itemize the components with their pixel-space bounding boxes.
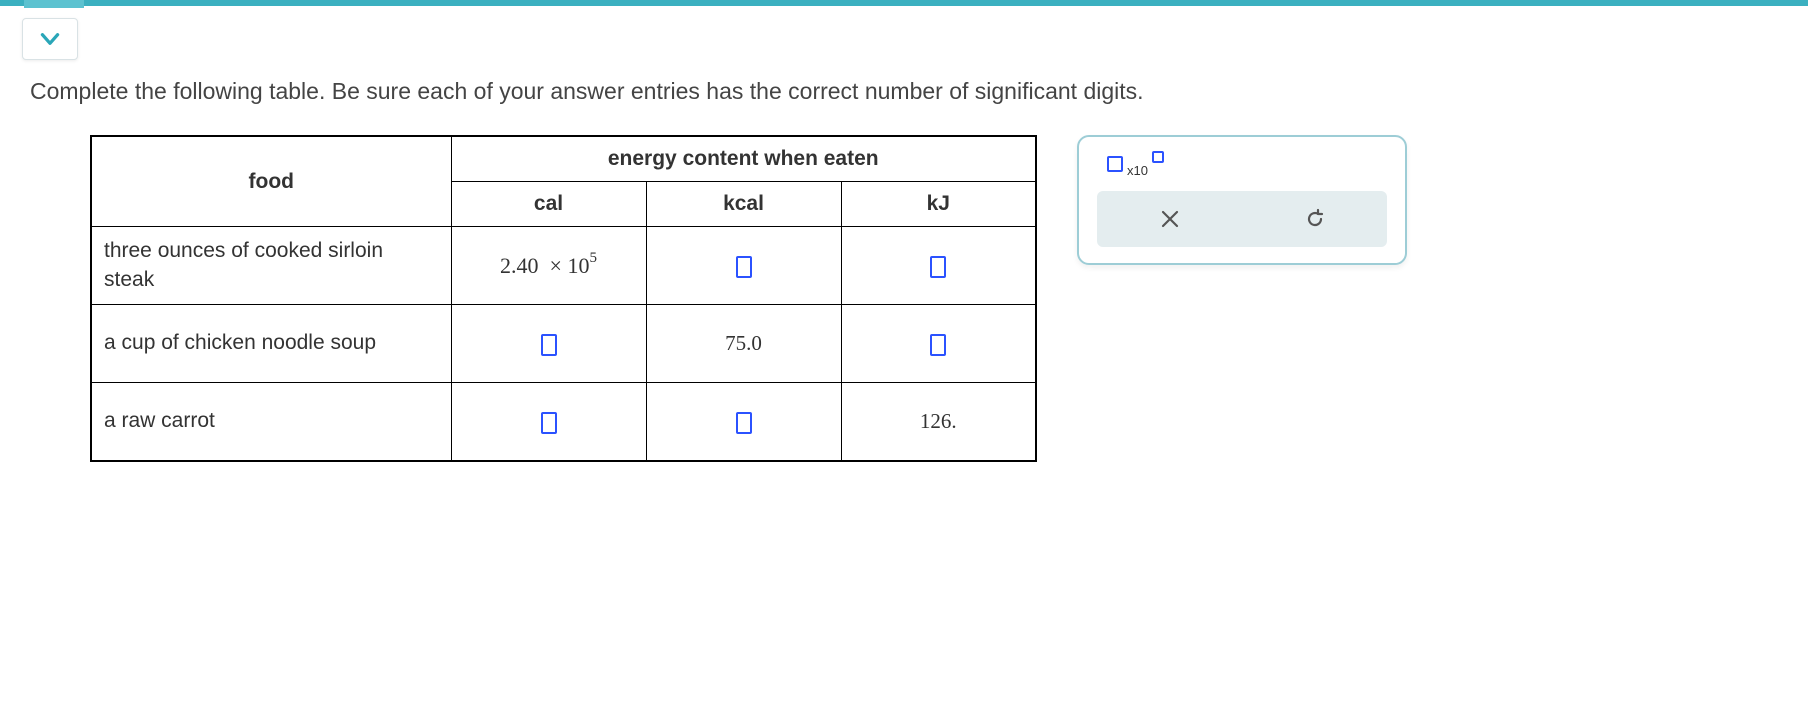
progress-indicator [24, 0, 84, 8]
undo-icon [1303, 207, 1327, 231]
chevron-down-icon [37, 26, 63, 52]
reset-button[interactable] [1255, 197, 1375, 241]
answer-input[interactable] [736, 412, 752, 434]
tool-panel: x10 [1077, 135, 1407, 265]
tool-button-row [1097, 191, 1387, 247]
table-row: a cup of chicken noodle soup 75.0 [91, 305, 1036, 383]
col-kj-header: kJ [841, 182, 1036, 227]
top-accent-bar [0, 0, 1808, 6]
col-cal-header: cal [451, 182, 646, 227]
sci-coefficient: 2.40 [500, 253, 539, 278]
answer-input[interactable] [930, 334, 946, 356]
table-row: a raw carrot 126. [91, 383, 1036, 461]
collapse-button[interactable] [22, 18, 78, 60]
answer-input[interactable] [541, 334, 557, 356]
food-cell: a raw carrot [91, 383, 451, 461]
table-row: three ounces of cooked sirloin steak 2.4… [91, 227, 1036, 305]
energy-header: energy content when eaten [451, 136, 1036, 182]
cell-kj-given: 126. [841, 383, 1036, 461]
energy-table: food energy content when eaten cal kcal … [90, 135, 1037, 462]
clear-button[interactable] [1110, 197, 1230, 241]
answer-input[interactable] [541, 412, 557, 434]
food-header: food [91, 136, 451, 227]
instruction-text: Complete the following table. Be sure ea… [30, 78, 1808, 105]
sci-exponent: 5 [589, 250, 597, 266]
scientific-notation-tool[interactable]: x10 [1107, 151, 1387, 177]
cell-kcal-given: 75.0 [646, 305, 841, 383]
coefficient-placeholder-icon [1107, 156, 1123, 172]
food-cell: three ounces of cooked sirloin steak [91, 227, 451, 305]
cell-cal-given: 2.40 × 105 [451, 227, 646, 305]
col-kcal-header: kcal [646, 182, 841, 227]
answer-input[interactable] [736, 256, 752, 278]
answer-input[interactable] [930, 256, 946, 278]
x10-label: x10 [1127, 163, 1148, 178]
close-icon [1158, 207, 1182, 231]
food-cell: a cup of chicken noodle soup [91, 305, 451, 383]
exponent-placeholder-icon [1152, 151, 1164, 163]
